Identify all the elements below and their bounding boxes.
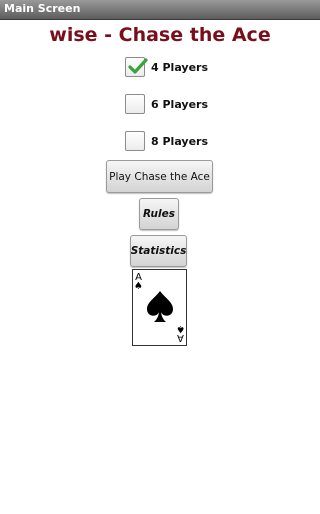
checkbox-4-players[interactable]: [125, 57, 148, 77]
option-4-players[interactable]: 4 Players: [125, 55, 208, 79]
option-6-players[interactable]: 6 Players: [125, 92, 208, 116]
card-corner-top: A ♠: [134, 273, 143, 292]
spade-icon: ♠: [134, 281, 143, 292]
checkmark-icon: [128, 58, 148, 74]
app-title: wise - Chase the Ace: [49, 24, 271, 46]
option-8-players[interactable]: 8 Players: [125, 129, 208, 153]
option-label: 6 Players: [151, 97, 209, 111]
spade-icon: ♠: [176, 323, 185, 334]
option-label: 8 Players: [151, 134, 209, 148]
rules-button[interactable]: Rules: [139, 198, 179, 230]
window-title: Main Screen: [4, 2, 81, 15]
play-button[interactable]: Play Chase the Ace: [106, 160, 213, 193]
statistics-button[interactable]: Statistics: [130, 235, 187, 267]
window-titlebar: Main Screen: [0, 0, 320, 20]
option-label: 4 Players: [151, 60, 209, 74]
checkbox-6-players[interactable]: [125, 94, 145, 114]
ace-of-spades-card: A ♠ A ♠: [132, 269, 187, 346]
checkbox-8-players[interactable]: [125, 131, 145, 151]
card-corner-bottom: A ♠: [176, 323, 185, 343]
spade-icon: [147, 291, 173, 322]
